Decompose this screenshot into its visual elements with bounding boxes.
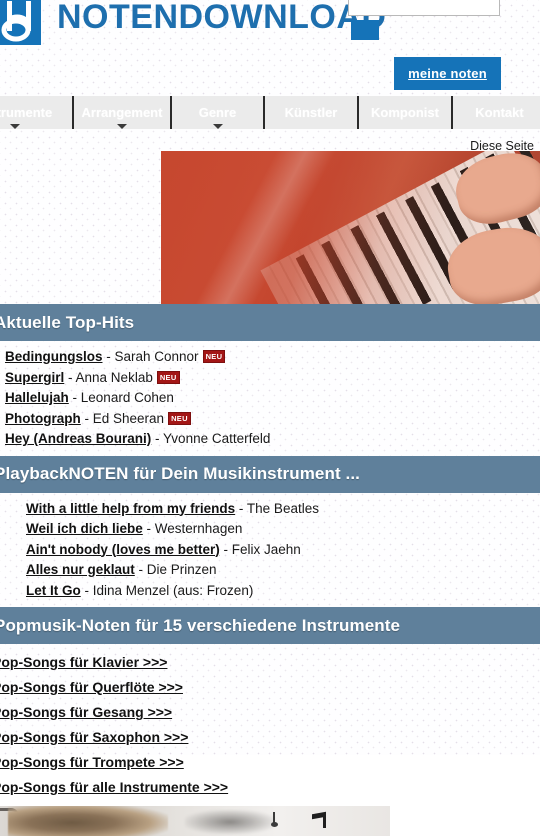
song-title-link[interactable]: Hallelujah <box>5 390 69 405</box>
song-artist: Westernhagen <box>154 521 243 536</box>
song-title-link[interactable]: With a little help from my friends <box>26 501 235 516</box>
chevron-down-icon <box>117 124 127 129</box>
instrument-link-alle-instrumente[interactable]: Pop-Songs für alle Instrumente >>> <box>0 775 540 800</box>
section-title: Aktuelle Top-Hits <box>0 304 540 341</box>
footer-blur-shape <box>185 810 275 834</box>
nav-item-kontakt[interactable]: Kontakt <box>453 96 540 129</box>
song-row: Hey (Andreas Bourani) - Yvonne Catterfel… <box>5 429 540 450</box>
song-title-link[interactable]: Weil ich dich liebe <box>26 521 143 536</box>
main-navigation: Instrumente Arrangement Genre Künstler K… <box>0 96 540 129</box>
nav-item-genre[interactable]: Genre <box>172 96 265 129</box>
song-row: With a little help from my friends - The… <box>26 499 540 520</box>
footer-nest <box>8 806 168 836</box>
song-dash: - <box>235 500 247 516</box>
instrument-link-saxophon[interactable]: Pop-Songs für Saxophon >>> <box>0 725 540 750</box>
music-note-icon <box>271 812 283 827</box>
search-button[interactable] <box>351 20 379 40</box>
nav-label: Künstler <box>284 105 338 120</box>
new-badge: NEU <box>202 350 226 363</box>
this-page-label: Diese Seite <box>470 139 534 153</box>
song-title-link[interactable]: Let It Go <box>26 583 81 598</box>
song-title-link[interactable]: Ain't nobody (loves me better) <box>26 542 220 557</box>
song-dash: - <box>142 521 155 536</box>
song-row: Photograph - Ed Sheeran NEU <box>5 409 540 430</box>
section-playback-noten: PlaybackNOTEN für Dein Musikinstrument .… <box>0 455 540 608</box>
song-artist: The Beatles <box>246 500 319 516</box>
chevron-down-icon <box>212 124 223 129</box>
instrument-link-gesang[interactable]: Pop-Songs für Gesang >>> <box>0 700 540 725</box>
note-d-logo-icon <box>0 0 41 45</box>
nav-item-kuenstler[interactable]: Künstler <box>265 96 359 129</box>
instrument-link-trompete[interactable]: Pop-Songs für Trompete >>> <box>0 750 540 775</box>
song-artist: Ed Sheeran <box>92 410 165 426</box>
nav-item-komponist[interactable]: Komponist <box>359 96 453 129</box>
section-body: With a little help from my friends - The… <box>0 493 540 608</box>
song-dash: - <box>151 431 164 446</box>
new-badge: NEU <box>168 411 191 425</box>
song-row: Alles nur geklaut - Die Prinzen <box>26 560 540 581</box>
song-dash: - <box>80 410 93 426</box>
song-row: Hallelujah - Leonard Cohen <box>5 388 540 409</box>
nav-label: Kontakt <box>475 105 524 120</box>
song-dash: - <box>102 349 115 364</box>
nav-label: Genre <box>198 105 237 120</box>
my-notes-button[interactable]: meine noten <box>394 57 501 90</box>
section-top-hits: Aktuelle Top-Hits Bedingungslos - Sarah … <box>0 304 540 456</box>
music-note-icon <box>312 813 326 828</box>
search-input[interactable] <box>348 0 500 16</box>
nav-item-instrumente[interactable]: Instrumente <box>0 96 74 129</box>
section-popmusik-noten: Popmusik-Noten für 15 verschiedene Instr… <box>0 607 540 806</box>
song-dash: - <box>134 562 147 577</box>
song-row: Let It Go - Idina Menzel (aus: Frozen) <box>26 581 540 602</box>
song-artist: Die Prinzen <box>146 562 217 577</box>
section-title: Popmusik-Noten für 15 verschiedene Instr… <box>0 607 540 644</box>
song-artist: Sarah Connor <box>114 349 199 364</box>
nav-label: Komponist <box>371 105 439 120</box>
section-title: PlaybackNOTEN für Dein Musikinstrument .… <box>0 455 540 493</box>
nav-label: Instrumente <box>0 105 53 120</box>
section-body: Pop-Songs für Klavier >>> Pop-Songs für … <box>0 644 540 806</box>
section-body: Bedingungslos - Sarah Connor NEU Supergir… <box>0 341 540 456</box>
song-dash: - <box>64 369 76 385</box>
song-row: Weil ich dich liebe - Westernhagen <box>26 519 540 540</box>
instrument-link-querfloete[interactable]: Pop-Songs für Querflöte >>> <box>0 675 540 700</box>
song-row: Ain't nobody (loves me better) - Felix J… <box>26 540 540 561</box>
chevron-down-icon <box>10 124 20 129</box>
song-title-link[interactable]: Photograph <box>5 411 81 426</box>
hero-piano-image <box>161 151 540 304</box>
song-artist: Yvonne Catterfeld <box>163 431 271 446</box>
nav-label: Arrangement <box>81 105 163 120</box>
song-title-link[interactable]: Bedingungslos <box>5 349 103 364</box>
song-dash: - <box>219 541 232 557</box>
brand-logo[interactable] <box>0 0 41 45</box>
instrument-link-klavier[interactable]: Pop-Songs für Klavier >>> <box>0 650 540 675</box>
song-row: Bedingungslos - Sarah Connor NEU <box>5 347 540 368</box>
site-header: NOTENDOWNLOAD meine noten <box>0 0 540 96</box>
brand-title: NOTENDOWNLOAD <box>57 0 387 36</box>
song-title-link[interactable]: Alles nur geklaut <box>26 562 135 577</box>
footer-image <box>0 806 390 836</box>
song-dash: - <box>80 582 93 598</box>
hero-highlight <box>161 151 427 304</box>
song-artist: Felix Jaehn <box>231 541 301 557</box>
new-badge: NEU <box>156 370 180 384</box>
song-title-link[interactable]: Hey (Andreas Bourani) <box>5 431 151 446</box>
song-artist: Idina Menzel (aus: Frozen) <box>92 582 254 598</box>
song-artist: Anna Neklab <box>75 369 153 385</box>
song-row: Supergirl - Anna Neklab NEU <box>5 368 540 389</box>
nav-item-arrangement[interactable]: Arrangement <box>74 96 172 129</box>
song-title-link[interactable]: Supergirl <box>5 370 64 385</box>
song-dash: - <box>68 390 81 405</box>
song-artist: Leonard Cohen <box>80 390 174 405</box>
